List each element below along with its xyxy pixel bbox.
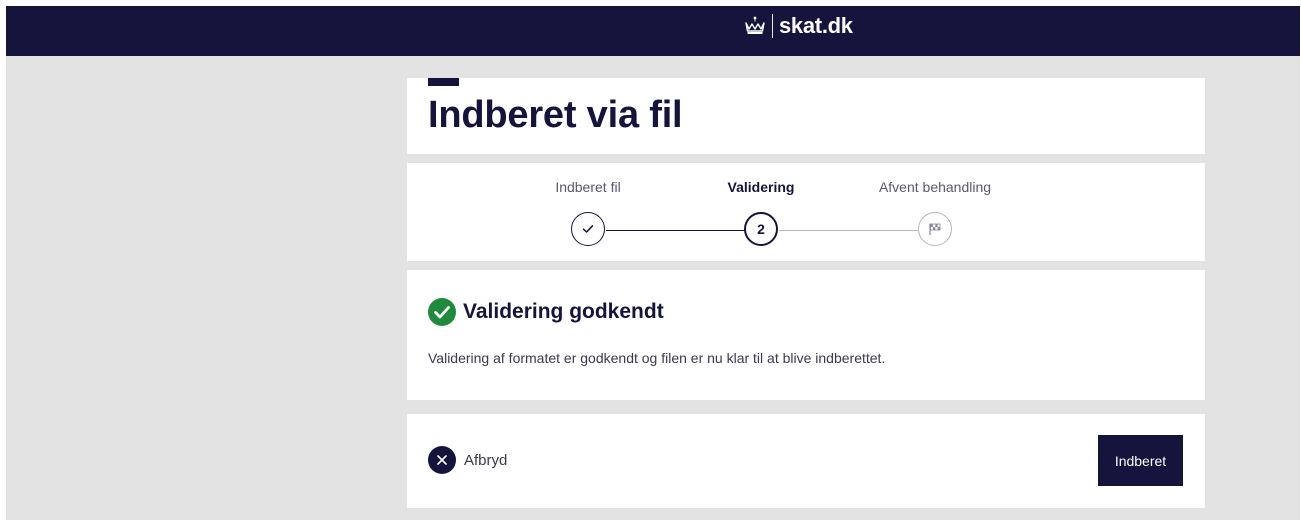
step-todo-circle [918, 212, 952, 246]
status-message: Validering af formatet er godkendt og fi… [428, 350, 886, 366]
step-label: Validering [727, 179, 795, 195]
status-title: Validering godkendt [463, 300, 664, 323]
step-label: Indberet fil [555, 179, 621, 195]
page-title: Indberet via fil [428, 94, 683, 136]
step-label: Afvent behandling [878, 179, 992, 195]
actions-card: Afbryd Indberet [407, 414, 1205, 508]
progress-stepper: Indberet fil Validering 2 Afvent behandl… [407, 163, 1205, 261]
cancel-label[interactable]: Afbryd [464, 452, 507, 469]
checkered-flag-icon [929, 223, 941, 235]
app-frame: skat.dk Indberet via fil Indberet fil Va… [6, 6, 1300, 520]
brand-divider [772, 14, 773, 38]
title-accent-bar [428, 78, 459, 86]
step-indberet-fil: Indberet fil [488, 163, 688, 261]
brand-logo-link[interactable]: skat.dk [744, 12, 853, 40]
cancel-button[interactable]: Afbryd [428, 445, 507, 475]
step-afvent-behandling: Afvent behandling [835, 163, 1035, 261]
step-number: 2 [744, 212, 778, 246]
crown-icon [745, 16, 765, 34]
submit-button[interactable]: Indberet [1098, 435, 1183, 486]
check-icon [582, 225, 594, 233]
close-glyph [437, 455, 447, 465]
close-icon[interactable] [428, 446, 456, 474]
brand-name: skat.dk [779, 13, 853, 38]
step-validering: Validering 2 [661, 163, 861, 261]
validation-status-card: Validering godkendt Validering af format… [407, 270, 1205, 400]
title-card: Indberet via fil [407, 78, 1205, 154]
step-done-circle [571, 212, 605, 246]
check-circle-icon [428, 298, 456, 326]
top-header: skat.dk [6, 6, 1300, 56]
